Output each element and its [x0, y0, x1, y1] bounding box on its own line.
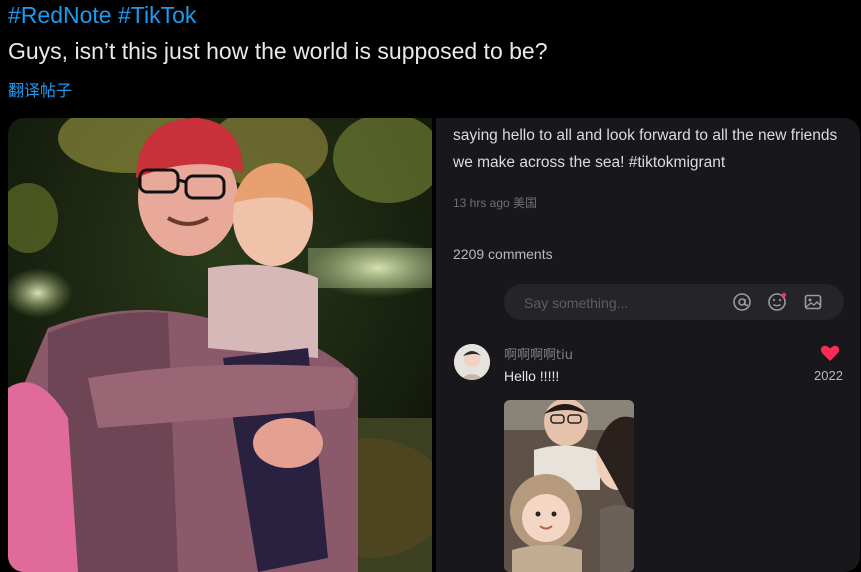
comment-photo[interactable] [504, 400, 634, 572]
like-count: 2022 [814, 368, 843, 383]
post-meta: 13 hrs ago 美国 [453, 196, 538, 210]
tweet-hashtags: #RedNote #TikTok [8, 2, 196, 29]
translate-post-link[interactable]: 翻译帖子 [8, 77, 72, 101]
post-caption-text: saying hello to all and look forward to … [453, 127, 838, 171]
avatar[interactable] [454, 344, 490, 380]
family-selfie-illustration [504, 400, 634, 572]
post-caption-cut: … [453, 118, 469, 127]
hashtag-rednote[interactable]: #RedNote [8, 2, 112, 28]
comments-count: 2209 comments [453, 246, 553, 262]
heart-icon[interactable] [820, 344, 840, 362]
emoji-icon[interactable] [767, 292, 787, 312]
comment-input[interactable] [522, 284, 706, 322]
at-mention-icon[interactable] [732, 292, 752, 312]
tweet-media[interactable]: … saying hello to all and look forward t… [8, 118, 860, 572]
photo-man-holding-baby[interactable] [8, 118, 432, 572]
comment-input-box[interactable] [504, 284, 844, 322]
app-screenshot: … saying hello to all and look forward t… [436, 118, 860, 572]
comment-author[interactable]: 啊啊啊啊tiu [504, 344, 573, 363]
photo-illustration [8, 118, 432, 572]
hashtag-tiktok[interactable]: #TikTok [118, 2, 196, 28]
tweet-text: Guys, isn’t this just how the world is s… [8, 38, 548, 64]
image-attach-icon[interactable] [803, 292, 823, 312]
comment-text: Hello !!!!! [504, 368, 560, 384]
post-caption: … saying hello to all and look forward t… [453, 118, 853, 176]
avatar-image [454, 344, 490, 380]
